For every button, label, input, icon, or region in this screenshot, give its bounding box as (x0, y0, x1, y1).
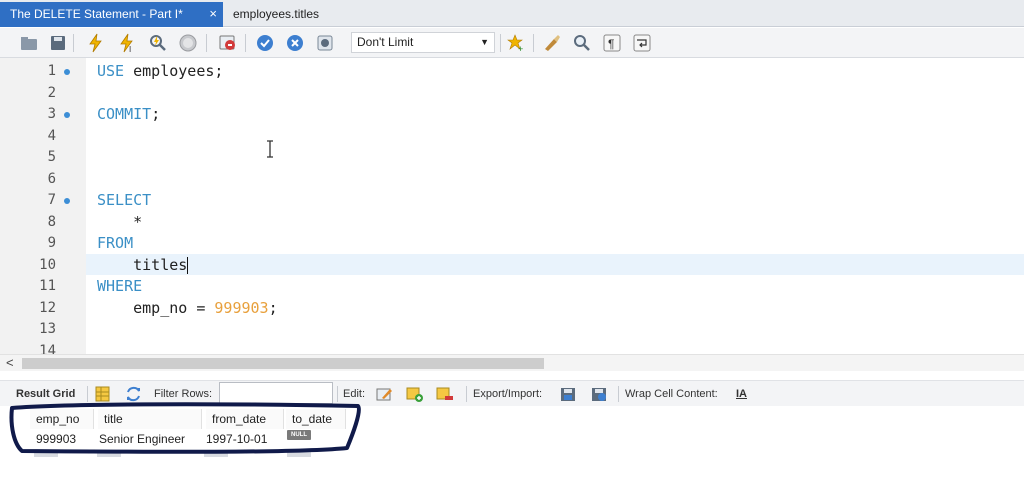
code-text: * (97, 212, 143, 231)
execute-current-icon[interactable]: I (117, 33, 137, 54)
line-number: 3 (47, 106, 56, 122)
rollback-icon[interactable] (285, 33, 305, 53)
editor-line: 14 (0, 341, 1024, 355)
sql-editor[interactable]: 1 USE employees; 2 3 COMMIT; 4 5 6 7 SEL… (0, 58, 1024, 354)
line-number: 7 (47, 192, 56, 208)
add-row-icon[interactable] (406, 386, 423, 402)
editor-toolbar: I Don't Limit ▼ + ¶ (0, 28, 1024, 58)
line-number: 11 (39, 278, 56, 294)
line-number: 5 (47, 149, 56, 165)
code-text: titles (97, 255, 189, 274)
invisible-chars-icon[interactable]: ¶ (602, 33, 622, 53)
line-number: 4 (47, 127, 56, 144)
tab-delete-statement[interactable]: The DELETE Statement - Part I* × (0, 2, 223, 27)
line-number: 9 (47, 235, 56, 251)
autocommit-icon[interactable] (315, 33, 335, 53)
open-folder-icon[interactable] (19, 33, 39, 53)
export-icon[interactable] (560, 386, 577, 402)
editor-line: 9 FROM (0, 233, 1024, 255)
line-number: 6 (47, 170, 56, 187)
delete-row-icon[interactable] (436, 386, 453, 402)
svg-text:+: + (518, 44, 523, 53)
line-number: 14 (39, 342, 56, 355)
wrap-cell-label: Wrap Cell Content: (625, 388, 718, 400)
beautify-icon[interactable] (542, 33, 562, 53)
code-text: WHERE (97, 277, 143, 295)
line-number: 2 (47, 84, 56, 101)
editor-line: 2 (0, 83, 1024, 105)
save-icon[interactable] (48, 33, 68, 53)
code-text: FROM (97, 234, 134, 252)
statement-marker-icon (64, 198, 70, 204)
tab-employees-titles[interactable]: employees.titles (223, 2, 343, 27)
toggle-results-icon[interactable] (218, 33, 238, 53)
limit-rows-select[interactable]: Don't Limit ▼ (351, 32, 495, 53)
tab-bar: The DELETE Statement - Part I* × employe… (0, 0, 1024, 27)
export-import-label: Export/Import: (473, 388, 543, 400)
add-snippet-icon[interactable]: + (506, 33, 526, 54)
code-text: COMMIT; (97, 105, 161, 123)
line-number: 13 (39, 321, 56, 337)
stop-icon[interactable] (178, 33, 198, 53)
scrollbar-thumb[interactable] (22, 358, 544, 369)
editor-line: 8 * (0, 212, 1024, 234)
editor-line: 6 (0, 169, 1024, 191)
text-caret (187, 256, 189, 274)
word-wrap-icon[interactable] (632, 33, 652, 53)
code-text: SELECT (97, 191, 152, 209)
line-number: 1 (47, 63, 56, 79)
line-number: 8 (47, 213, 56, 230)
editor-line: 13 (0, 319, 1024, 341)
chevron-down-icon: ▼ (480, 37, 489, 47)
editor-line: 12 emp_no = 999903; (0, 298, 1024, 320)
editor-line: 1 USE employees; (0, 61, 1024, 83)
line-number: 12 (39, 299, 56, 316)
horizontal-scrollbar[interactable]: < (0, 354, 1024, 371)
tab-label: employees.titles (233, 7, 320, 21)
editor-line: 3 COMMIT; (0, 104, 1024, 126)
commit-icon[interactable] (255, 33, 275, 53)
import-icon[interactable] (591, 386, 608, 402)
highlight-annotation (9, 402, 361, 454)
svg-text:I: I (129, 45, 131, 53)
editor-line: 10 titles (0, 255, 1024, 277)
editor-line: 5 (0, 147, 1024, 169)
svg-text:¶: ¶ (608, 37, 614, 51)
editor-line: 4 (0, 126, 1024, 148)
text-cursor-icon (267, 140, 273, 158)
code-text: emp_no = 999903; (97, 298, 278, 317)
statement-marker-icon (64, 112, 70, 118)
wrap-cell-icon[interactable]: IA (736, 381, 747, 407)
code-text: USE employees; (97, 62, 224, 80)
editor-line: 7 SELECT (0, 190, 1024, 212)
explain-icon[interactable] (148, 33, 168, 53)
find-icon[interactable] (572, 33, 592, 53)
limit-rows-value: Don't Limit (357, 35, 414, 49)
line-number: 10 (39, 256, 56, 273)
tab-label: The DELETE Statement - Part I* (10, 7, 183, 21)
statement-marker-icon (64, 69, 70, 75)
execute-icon[interactable] (86, 33, 106, 53)
scroll-left-icon[interactable]: < (6, 355, 14, 370)
close-icon[interactable]: × (209, 2, 217, 26)
editor-line: 11 WHERE (0, 276, 1024, 298)
